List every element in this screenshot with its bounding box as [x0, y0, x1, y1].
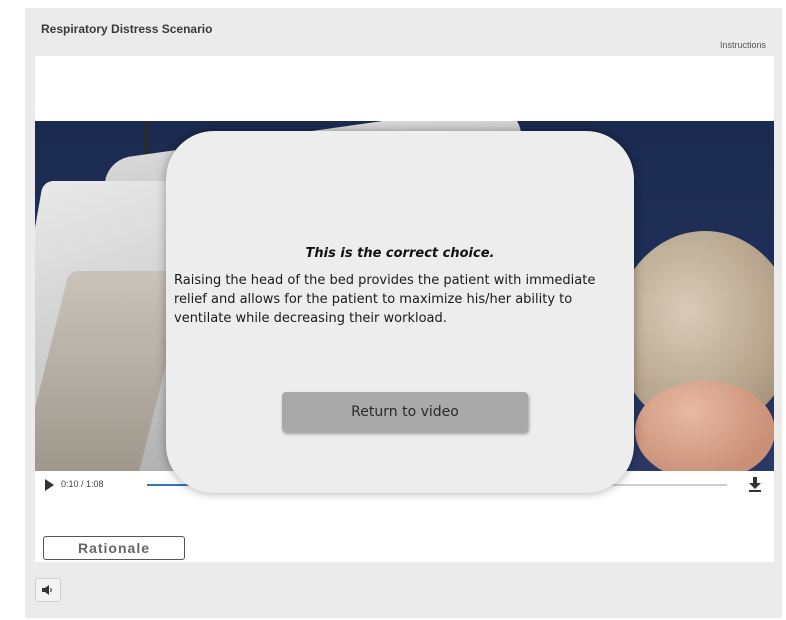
- time-display: 0:10 / 1:08: [61, 479, 104, 489]
- feedback-body: Raising the head of the bed provides the…: [174, 273, 596, 326]
- return-to-video-button[interactable]: Return to video: [282, 392, 528, 432]
- play-icon[interactable]: [45, 479, 54, 491]
- feedback-heading: This is the correct choice.: [305, 246, 495, 261]
- speaker-icon: [42, 585, 52, 595]
- video-scene-patient-face: [635, 381, 774, 471]
- mute-button[interactable]: [35, 578, 61, 602]
- feedback-dialog: This is the correct choice. Raising the …: [166, 131, 634, 493]
- page-title: Respiratory Distress Scenario: [41, 22, 213, 36]
- instructions-link[interactable]: Instructions: [720, 40, 766, 50]
- download-icon[interactable]: [748, 476, 762, 492]
- rationale-button[interactable]: Rationale: [43, 536, 185, 560]
